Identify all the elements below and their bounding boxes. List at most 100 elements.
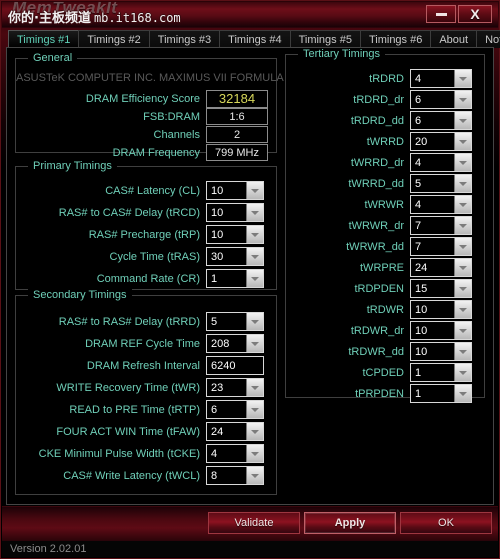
combo-ras-to-ras-delay-trrd[interactable]: 5 [206, 312, 264, 331]
label-twrpre: tWRPRE [360, 261, 404, 274]
caret-glyph [459, 244, 467, 249]
label-four-act-win-time-tfaw: FOUR ACT WIN Time (tFAW) [56, 425, 200, 438]
combo-value: 208 [207, 335, 246, 352]
chevron-down-icon[interactable] [246, 313, 263, 330]
chevron-down-icon[interactable] [246, 467, 263, 484]
combo-cas-latency-cl[interactable]: 10 [206, 181, 264, 200]
combo-trdwr[interactable]: 10 [410, 300, 472, 319]
label-trdrd-dd: tRDRD_dd [350, 114, 404, 127]
label-command-rate-cr: Command Rate (CR) [96, 272, 200, 285]
combo-twrwr-dr[interactable]: 7 [410, 216, 472, 235]
combo-value: 10 [411, 301, 454, 318]
readonly-dram-efficiency-score: 32184 [206, 89, 268, 108]
combo-trdwr-dr[interactable]: 10 [410, 321, 472, 340]
chevron-down-icon[interactable] [454, 259, 471, 276]
combo-value: 7 [411, 238, 454, 255]
combo-trdrd[interactable]: 4 [410, 69, 472, 88]
row-twrrd-dd: tWRRD_dd 5 [294, 174, 480, 193]
chevron-down-icon[interactable] [454, 280, 471, 297]
chevron-down-icon[interactable] [454, 154, 471, 171]
tab-timings-6[interactable]: Timings #6 [359, 30, 431, 48]
chevron-down-icon[interactable] [454, 133, 471, 150]
chevron-down-icon[interactable] [454, 385, 471, 402]
chevron-down-icon[interactable] [454, 175, 471, 192]
combo-twrpre[interactable]: 24 [410, 258, 472, 277]
combo-cycle-time-tras[interactable]: 30 [206, 247, 264, 266]
chevron-down-icon[interactable] [246, 401, 263, 418]
memtweakit-window: MemTweakIt 你的·主板频道 mb.it168.com X Timings… [0, 0, 500, 559]
tab-timings-2[interactable]: Timings #2 [78, 30, 149, 48]
combo-twrwr[interactable]: 4 [410, 195, 472, 214]
tab-timings-3[interactable]: Timings #3 [148, 30, 220, 48]
chevron-down-icon[interactable] [454, 238, 471, 255]
combo-trdwr-dd[interactable]: 10 [410, 342, 472, 361]
chevron-down-icon[interactable] [454, 70, 471, 87]
combo-value: 24 [411, 259, 454, 276]
chevron-down-icon[interactable] [454, 196, 471, 213]
row-tprpden: tPRPDEN 1 [294, 384, 480, 403]
chevron-down-icon[interactable] [246, 270, 263, 287]
row-twrpre: tWRPRE 24 [294, 258, 480, 277]
input-dram-refresh-interval[interactable]: 6240 [206, 356, 264, 375]
label-write-recovery-time-twr: WRITE Recovery Time (tWR) [56, 381, 200, 394]
combo-twrrd[interactable]: 20 [410, 132, 472, 151]
combo-read-to-pre-time-trtp[interactable]: 6 [206, 400, 264, 419]
chevron-down-icon[interactable] [454, 217, 471, 234]
combo-four-act-win-time-tfaw[interactable]: 24 [206, 422, 264, 441]
combo-value: 5 [207, 313, 246, 330]
group-tertiary-timings: Tertiary Timings tRDRD 4 tRDRD_dr 6 tRDRD_dd… [285, 48, 485, 403]
group-general-legend: General [28, 52, 78, 64]
combo-trdrd-dr[interactable]: 6 [410, 90, 472, 109]
ok-button[interactable]: OK [400, 512, 492, 534]
combo-tprpden[interactable]: 1 [410, 384, 472, 403]
chevron-down-icon[interactable] [246, 204, 263, 221]
row-command-rate-cr: Command Rate (CR) 1 [24, 269, 272, 288]
tab-timings-5[interactable]: Timings #5 [289, 30, 360, 48]
close-button[interactable]: X [458, 5, 492, 23]
combo-value: 30 [207, 248, 246, 265]
label-dram-frequency: DRAM Frequency [112, 146, 200, 159]
combo-write-recovery-time-twr[interactable]: 23 [206, 378, 264, 397]
chevron-down-icon[interactable] [246, 226, 263, 243]
validate-button[interactable]: Validate [208, 512, 300, 534]
chevron-down-icon[interactable] [454, 343, 471, 360]
chevron-down-icon[interactable] [246, 248, 263, 265]
chevron-down-icon[interactable] [454, 364, 471, 381]
chevron-down-icon[interactable] [246, 182, 263, 199]
combo-dram-ref-cycle-time[interactable]: 208 [206, 334, 264, 353]
combo-cke-minimul-pulse-width-tcke[interactable]: 4 [206, 444, 264, 463]
combo-tcpded[interactable]: 1 [410, 363, 472, 382]
chevron-down-icon[interactable] [246, 445, 263, 462]
chevron-down-icon[interactable] [246, 423, 263, 440]
tab-timings-4[interactable]: Timings #4 [219, 30, 290, 48]
minimize-button[interactable] [426, 5, 456, 23]
combo-cas-write-latency-twcl[interactable]: 8 [206, 466, 264, 485]
combo-trdrd-dd[interactable]: 6 [410, 111, 472, 130]
label-ras-to-cas-delay-trcd: RAS# to CAS# Delay (tRCD) [58, 206, 200, 219]
label-dram-ref-cycle-time: DRAM REF Cycle Time [85, 337, 200, 350]
minimize-icon [435, 12, 447, 16]
chevron-down-icon[interactable] [454, 91, 471, 108]
action-button-row: Validate Apply OK [208, 512, 492, 534]
combo-twrrd-dd[interactable]: 5 [410, 174, 472, 193]
apply-button[interactable]: Apply [304, 512, 396, 534]
chevron-down-icon[interactable] [454, 322, 471, 339]
combo-command-rate-cr[interactable]: 1 [206, 269, 264, 288]
caret-glyph [459, 349, 467, 354]
version-label: Version 2.02.01 [10, 543, 87, 555]
caret-glyph [251, 451, 259, 456]
combo-value: 6 [207, 401, 246, 418]
combo-twrwr-dd[interactable]: 7 [410, 237, 472, 256]
chevron-down-icon[interactable] [246, 379, 263, 396]
chevron-down-icon[interactable] [246, 335, 263, 352]
combo-ras-precharge-trp[interactable]: 10 [206, 225, 264, 244]
combo-value: 10 [411, 343, 454, 360]
chevron-down-icon[interactable] [454, 301, 471, 318]
combo-twrrd-dr[interactable]: 4 [410, 153, 472, 172]
tab-about[interactable]: About [430, 30, 477, 48]
chevron-down-icon[interactable] [454, 112, 471, 129]
tab-notice[interactable]: Notice [476, 30, 500, 48]
combo-ras-to-cas-delay-trcd[interactable]: 10 [206, 203, 264, 222]
combo-trdpden[interactable]: 15 [410, 279, 472, 298]
tab-timings-1[interactable]: Timings #1 [8, 30, 79, 48]
